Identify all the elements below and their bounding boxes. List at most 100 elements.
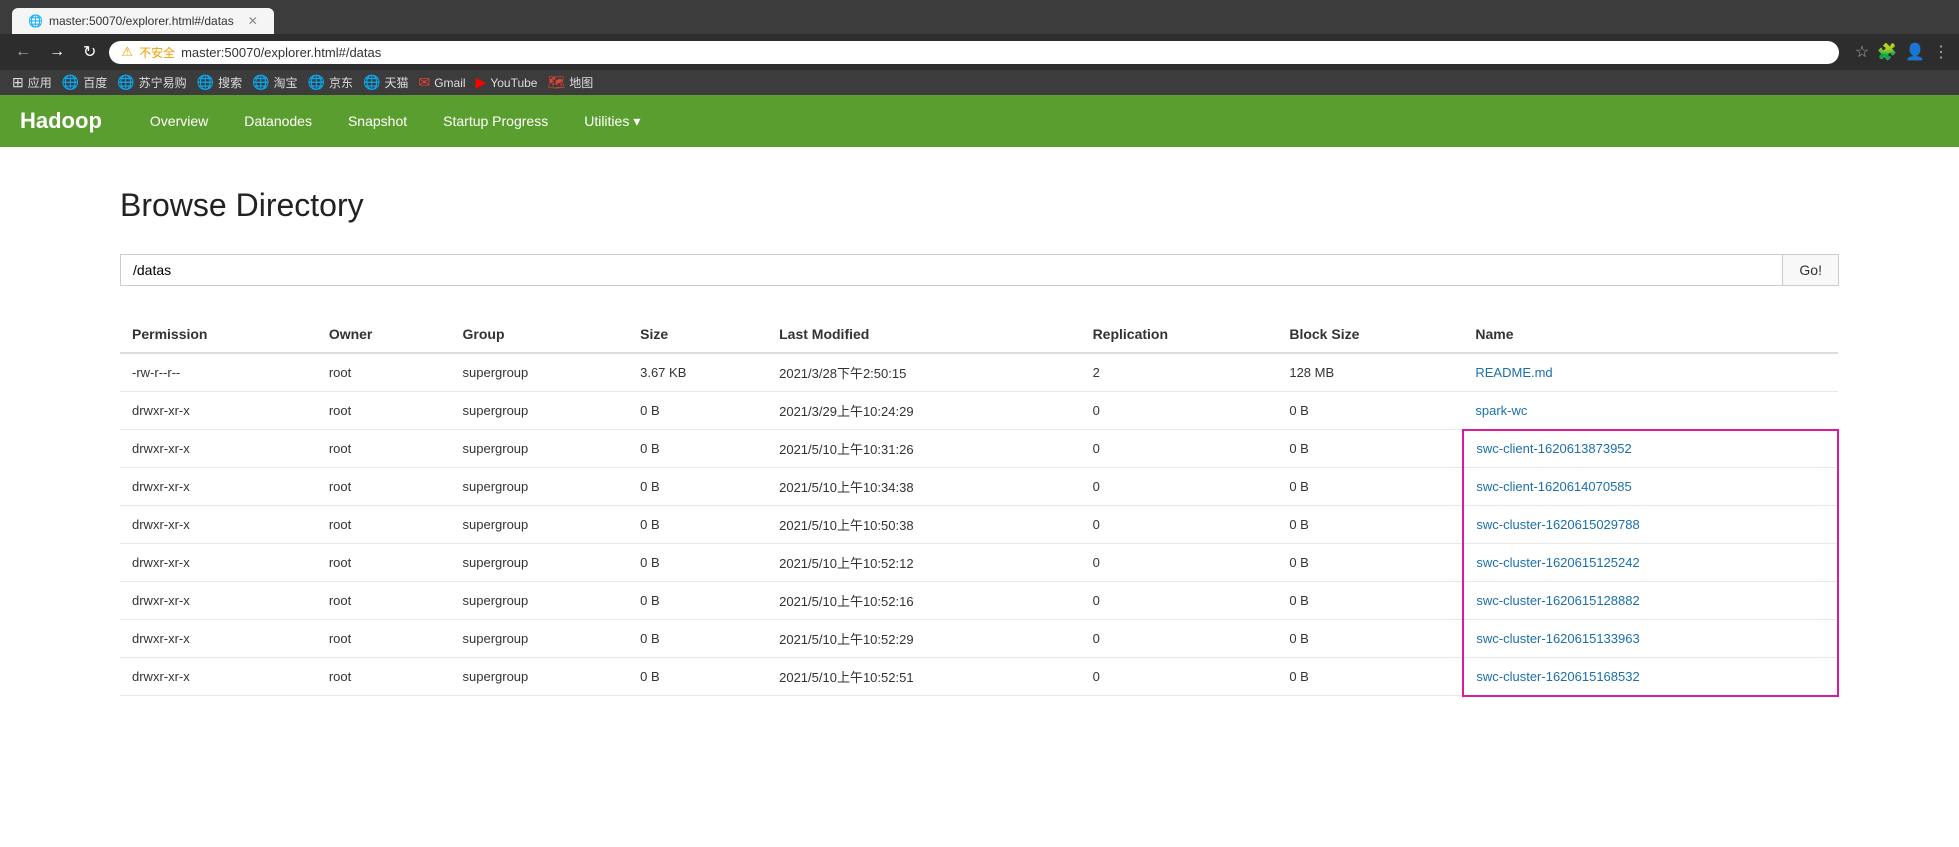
- cell-group: supergroup: [451, 468, 629, 506]
- cell-name[interactable]: swc-cluster-1620615125242: [1463, 544, 1838, 582]
- cell-permission: drwxr-xr-x: [120, 468, 317, 506]
- col-owner: Owner: [317, 316, 451, 353]
- cell-name[interactable]: swc-cluster-1620615029788: [1463, 506, 1838, 544]
- back-button[interactable]: ←: [10, 41, 36, 63]
- account-icon[interactable]: 👤: [1905, 42, 1925, 62]
- cell-name[interactable]: swc-client-1620613873952: [1463, 430, 1838, 468]
- cell-last-modified: 2021/5/10上午10:52:29: [767, 620, 1080, 658]
- cell-last-modified: 2021/3/28下午2:50:15: [767, 353, 1080, 392]
- bookmark-tmall[interactable]: 🌐 天猫: [363, 74, 408, 91]
- cell-replication: 0: [1081, 582, 1278, 620]
- cell-size: 0 B: [628, 506, 767, 544]
- cell-permission: drwxr-xr-x: [120, 544, 317, 582]
- bookmark-gmail[interactable]: ✉ Gmail: [418, 74, 465, 91]
- bookmark-jd-label: 京东: [329, 74, 353, 91]
- nav-snapshot[interactable]: Snapshot: [330, 99, 425, 143]
- file-link[interactable]: swc-cluster-1620615029788: [1476, 517, 1639, 532]
- table-row: -rw-r--r--rootsupergroup3.67 KB2021/3/28…: [120, 353, 1838, 392]
- refresh-button[interactable]: ↻: [78, 40, 101, 64]
- jd-icon: 🌐: [308, 74, 325, 91]
- cell-owner: root: [317, 658, 451, 696]
- cell-replication: 2: [1081, 353, 1278, 392]
- cell-size: 3.67 KB: [628, 353, 767, 392]
- nav-datanodes[interactable]: Datanodes: [226, 99, 330, 143]
- cell-name[interactable]: swc-client-1620614070585: [1463, 468, 1838, 506]
- bookmark-maps[interactable]: 🗺 地图: [547, 74, 593, 91]
- cell-group: supergroup: [451, 620, 629, 658]
- file-link[interactable]: swc-cluster-1620615168532: [1476, 669, 1639, 684]
- path-row: Go!: [120, 254, 1839, 286]
- security-warning-icon: ⚠: [121, 44, 133, 60]
- file-link[interactable]: spark-wc: [1475, 403, 1527, 418]
- dropdown-arrow-icon: ▾: [633, 113, 640, 130]
- cell-name[interactable]: swc-cluster-1620615128882: [1463, 582, 1838, 620]
- cell-owner: root: [317, 353, 451, 392]
- cell-replication: 0: [1081, 658, 1278, 696]
- file-link[interactable]: swc-client-1620613873952: [1476, 441, 1631, 456]
- tab-favicon: 🌐: [28, 14, 43, 28]
- cell-name[interactable]: README.md: [1463, 353, 1838, 392]
- cell-group: supergroup: [451, 582, 629, 620]
- bookmark-youtube[interactable]: ▶ YouTube: [476, 74, 538, 91]
- file-link[interactable]: swc-cluster-1620615128882: [1476, 593, 1639, 608]
- cell-replication: 0: [1081, 620, 1278, 658]
- cell-owner: root: [317, 468, 451, 506]
- table-row: drwxr-xr-xrootsupergroup0 B2021/3/29上午10…: [120, 392, 1838, 430]
- cell-name[interactable]: swc-cluster-1620615168532: [1463, 658, 1838, 696]
- cell-name[interactable]: spark-wc: [1463, 392, 1838, 430]
- bookmark-apps[interactable]: ⊞ 应用: [12, 74, 52, 91]
- star-icon[interactable]: ☆: [1855, 42, 1869, 62]
- file-link[interactable]: README.md: [1475, 365, 1552, 380]
- bookmark-suning[interactable]: 🌐 苏宁易购: [117, 74, 186, 91]
- col-group: Group: [451, 316, 629, 353]
- menu-icon[interactable]: ⋮: [1933, 42, 1949, 62]
- suning-icon: 🌐: [117, 74, 134, 91]
- table-row: drwxr-xr-xrootsupergroup0 B2021/5/10上午10…: [120, 582, 1838, 620]
- cell-size: 0 B: [628, 468, 767, 506]
- address-field[interactable]: ⚠ 不安全 master:50070/explorer.html#/datas: [109, 41, 1838, 64]
- extensions-icon[interactable]: 🧩: [1877, 42, 1897, 62]
- path-input[interactable]: [120, 254, 1783, 286]
- apps-icon: ⊞: [12, 74, 24, 91]
- bookmark-search[interactable]: 🌐 搜索: [197, 74, 242, 91]
- nav-overview[interactable]: Overview: [132, 99, 226, 143]
- tab-title: master:50070/explorer.html#/datas: [49, 14, 234, 28]
- col-size: Size: [628, 316, 767, 353]
- table-row: drwxr-xr-xrootsupergroup0 B2021/5/10上午10…: [120, 430, 1838, 468]
- cell-last-modified: 2021/5/10上午10:52:16: [767, 582, 1080, 620]
- nav-utilities[interactable]: Utilities ▾: [566, 99, 658, 144]
- bookmark-baidu[interactable]: 🌐 百度: [62, 74, 107, 91]
- cell-block-size: 0 B: [1277, 582, 1463, 620]
- tab-close-icon[interactable]: ✕: [248, 14, 258, 28]
- cell-replication: 0: [1081, 468, 1278, 506]
- cell-last-modified: 2021/5/10上午10:52:12: [767, 544, 1080, 582]
- cell-permission: -rw-r--r--: [120, 353, 317, 392]
- cell-replication: 0: [1081, 544, 1278, 582]
- cell-last-modified: 2021/5/10上午10:34:38: [767, 468, 1080, 506]
- cell-block-size: 0 B: [1277, 430, 1463, 468]
- cell-block-size: 0 B: [1277, 392, 1463, 430]
- bookmark-gmail-label: Gmail: [434, 76, 465, 90]
- file-link[interactable]: swc-cluster-1620615125242: [1476, 555, 1639, 570]
- hadoop-logo[interactable]: Hadoop: [20, 108, 102, 134]
- file-link[interactable]: swc-client-1620614070585: [1476, 479, 1631, 494]
- go-button[interactable]: Go!: [1783, 254, 1839, 286]
- cell-owner: root: [317, 620, 451, 658]
- table-row: drwxr-xr-xrootsupergroup0 B2021/5/10上午10…: [120, 658, 1838, 696]
- forward-button[interactable]: →: [44, 41, 70, 63]
- active-tab[interactable]: 🌐 master:50070/explorer.html#/datas ✕: [12, 8, 274, 34]
- tab-bar: 🌐 master:50070/explorer.html#/datas ✕: [0, 0, 1959, 34]
- cell-owner: root: [317, 430, 451, 468]
- cell-name[interactable]: swc-cluster-1620615133963: [1463, 620, 1838, 658]
- cell-last-modified: 2021/5/10上午10:31:26: [767, 430, 1080, 468]
- bookmark-jd[interactable]: 🌐 京东: [308, 74, 353, 91]
- nav-startup-progress[interactable]: Startup Progress: [425, 99, 566, 143]
- bookmark-taobao[interactable]: 🌐 淘宝: [252, 74, 297, 91]
- gmail-icon: ✉: [418, 74, 430, 91]
- file-link[interactable]: swc-cluster-1620615133963: [1476, 631, 1639, 646]
- cell-block-size: 128 MB: [1277, 353, 1463, 392]
- table-row: drwxr-xr-xrootsupergroup0 B2021/5/10上午10…: [120, 544, 1838, 582]
- youtube-icon: ▶: [476, 74, 487, 91]
- bookmark-apps-label: 应用: [28, 74, 52, 91]
- cell-block-size: 0 B: [1277, 544, 1463, 582]
